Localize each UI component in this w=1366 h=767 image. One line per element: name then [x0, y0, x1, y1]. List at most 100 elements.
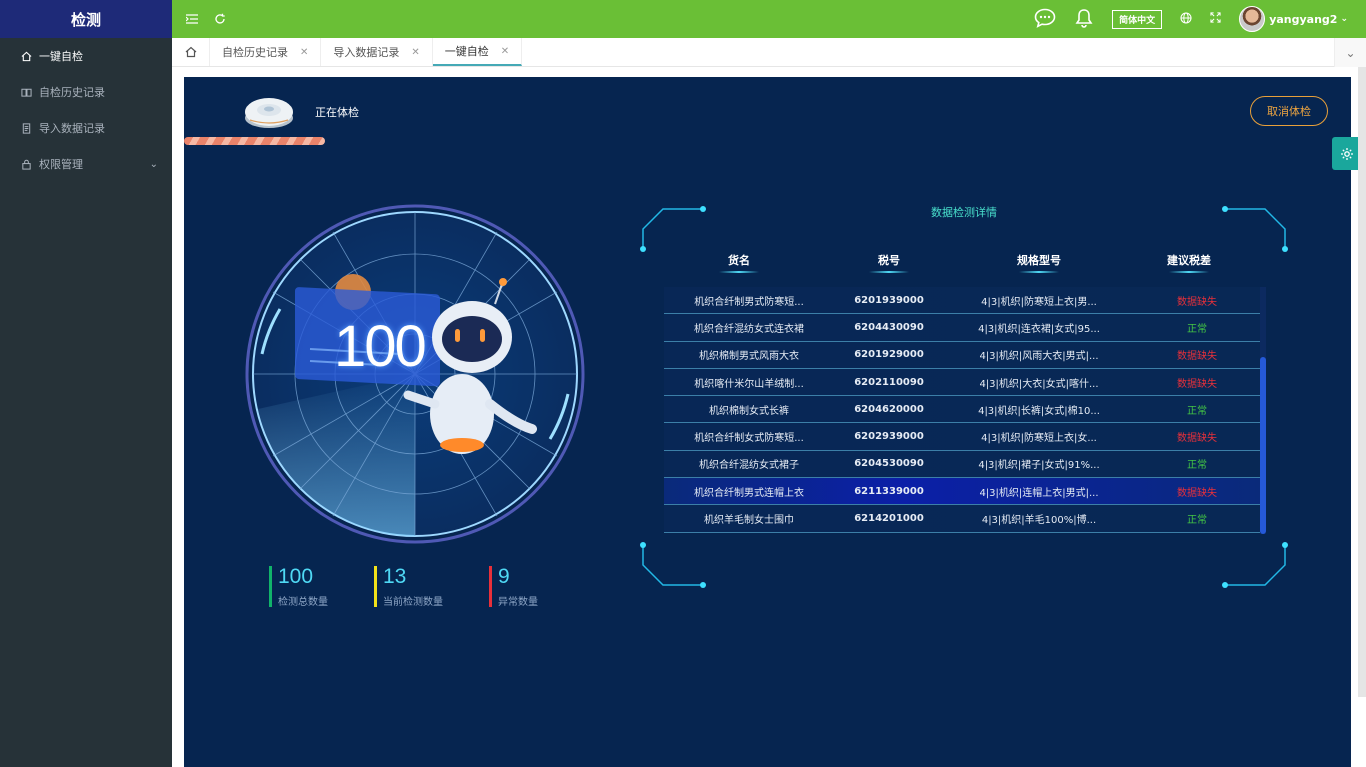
user-menu[interactable]: yangyang2 ⌄	[1239, 6, 1348, 32]
column-header: 建议税差	[1114, 252, 1264, 273]
check-status: 正在体检	[315, 106, 359, 119]
lock-icon	[19, 157, 33, 171]
language-switch-button[interactable]: 简体中文	[1112, 9, 1163, 29]
sidebar-item-label: 权限管理	[39, 158, 83, 171]
cell-status: 数据缺失	[1177, 351, 1217, 363]
cell-status: 数据缺失	[1177, 378, 1217, 390]
chat-icon[interactable]	[1034, 8, 1056, 31]
check-dashboard: 正在体检 取消体检 100 100 检测总数量 13 当前检测数量 9 异常数量…	[184, 77, 1351, 767]
table-row[interactable]: 机织合纤制女式防寒短... 6202939000 4|3|机织|防寒短上衣|女...…	[664, 423, 1260, 451]
chevron-down-icon: ⌄	[149, 158, 158, 170]
table-row[interactable]: 机织羊毛制女士围巾 6214201000 4|3|机织|羊毛100%|博... 正常	[664, 505, 1260, 533]
chevron-down-icon[interactable]: ⌄	[1334, 38, 1366, 67]
cell-name: 机织合纤混纺女式裙子	[699, 460, 799, 472]
cell-code: 6214201000	[854, 513, 924, 525]
cell-code: 6204620000	[854, 403, 924, 415]
table-row[interactable]: 机织合纤制男式防寒短... 6201939000 4|3|机织|防寒短上衣|男...…	[664, 287, 1260, 315]
close-icon[interactable]: ✕	[411, 47, 419, 58]
page-scrollbar[interactable]	[1358, 67, 1366, 697]
stat-label: 当前检测数量	[383, 597, 443, 608]
stat-value: 13	[383, 565, 407, 588]
cell-code: 6202110090	[854, 376, 924, 388]
table-row[interactable]: 机织棉制女式长裤 6204620000 4|3|机织|长裤|女式|棉10... 正常	[664, 396, 1260, 424]
stat-total: 100 检测总数量	[269, 566, 328, 608]
stat-current: 13 当前检测数量	[374, 565, 443, 608]
cancel-check-button[interactable]: 取消体检	[1250, 96, 1328, 126]
cell-code: 6202939000	[854, 431, 924, 443]
stat-label: 异常数量	[498, 597, 538, 608]
cell-name: 机织合纤制男式防寒短...	[694, 296, 804, 308]
document-icon	[19, 121, 33, 135]
table-row[interactable]: 机织合纤制男式连帽上衣 6211339000 4|3|机织|连帽上衣|男式|... 数…	[664, 478, 1260, 506]
cell-status: 数据缺失	[1177, 487, 1217, 499]
table-scrollbar-thumb[interactable]	[1260, 357, 1266, 534]
column-header-label: 规格型号	[1017, 254, 1061, 267]
cell-spec: 4|3|机织|防寒短上衣|女...	[981, 433, 1097, 445]
cell-spec: 4|3|机织|裙子|女式|91%...	[978, 460, 1100, 472]
column-header-label: 货名	[728, 254, 750, 267]
cell-spec: 4|3|机织|防寒短上衣|男...	[981, 296, 1097, 308]
device-icon	[245, 98, 293, 128]
cell-spec: 4|3|机织|连衣裙|女式|95...	[978, 323, 1100, 335]
cell-name: 机织棉制女式长裤	[709, 405, 789, 417]
cell-name: 机织合纤制男式连帽上衣	[694, 487, 804, 499]
close-icon[interactable]: ✕	[501, 46, 509, 57]
tab-label: 导入数据记录	[333, 46, 400, 59]
table-row[interactable]: 机织喀什米尔山羊绒制... 6202110090 4|3|机织|大衣|女式|喀什..…	[664, 368, 1260, 397]
tab-history[interactable]: 自检历史记录 ✕	[210, 38, 322, 66]
stat-value: 9	[498, 565, 510, 588]
column-header-label: 建议税差	[1167, 254, 1211, 267]
cell-spec: 4|3|机织|羊毛100%|博...	[981, 515, 1097, 527]
cell-name: 机织喀什米尔山羊绒制...	[694, 378, 804, 390]
tab-label: 一键自检	[444, 45, 489, 58]
cell-spec: 4|3|机织|长裤|女式|棉10...	[978, 405, 1100, 417]
column-header: 规格型号	[964, 252, 1114, 273]
sidebar-item-import[interactable]: 导入数据记录	[0, 110, 172, 146]
stat-bar	[374, 566, 377, 607]
home-icon	[19, 49, 33, 63]
cell-status: 正常	[1187, 515, 1207, 527]
table-row[interactable]: 机织合纤混纺女式裙子 6204530090 4|3|机织|裙子|女式|91%... 正…	[664, 450, 1260, 479]
tab-bar: 自检历史记录 ✕ 导入数据记录 ✕ 一键自检 ✕ ⌄	[172, 38, 1366, 67]
fullscreen-icon[interactable]	[1210, 12, 1221, 26]
cell-spec: 4|3|机织|大衣|女式|喀什...	[979, 378, 1099, 390]
cell-status: 数据缺失	[1177, 296, 1217, 308]
cell-status: 正常	[1187, 405, 1207, 417]
home-tab-icon[interactable]	[172, 38, 210, 66]
app-title: 检测	[0, 0, 172, 38]
tab-label: 自检历史记录	[222, 46, 288, 59]
cell-name: 机织羊毛制女士围巾	[704, 515, 794, 527]
table-row[interactable]: 机织合纤混纺女式连衣裙 6204430090 4|3|机织|连衣裙|女式|95...…	[664, 314, 1260, 342]
avatar	[1239, 6, 1266, 32]
cell-code: 6204530090	[854, 458, 924, 470]
column-header: 货名	[664, 252, 814, 273]
stat-label: 检测总数量	[278, 597, 328, 608]
cell-name: 机织合纤制女式防寒短...	[694, 433, 804, 445]
bell-icon[interactable]	[1074, 8, 1094, 31]
stat-abnormal: 9 异常数量	[489, 565, 538, 608]
detail-title: 数据检测详情	[931, 206, 997, 219]
top-header: 简体中文 yangyang2 ⌄	[172, 0, 1366, 38]
detail-table-header: 货名 税号 规格型号 建议税差	[664, 252, 1260, 273]
sidebar-item-label: 导入数据记录	[39, 122, 105, 135]
sidebar-item-one-click-check[interactable]: 一键自检	[0, 38, 172, 74]
menu-toggle-icon[interactable]	[184, 11, 200, 27]
column-header: 税号	[814, 252, 964, 273]
book-icon	[19, 85, 33, 99]
check-stats: 100 检测总数量 13 当前检测数量 9 异常数量	[269, 565, 584, 608]
table-row[interactable]: 机织棉制男式风雨大衣 6201929000 4|3|机织|风雨大衣|男式|... 数据…	[664, 341, 1260, 369]
header-underline	[719, 271, 759, 273]
globe-icon[interactable]	[1180, 11, 1192, 27]
close-icon[interactable]: ✕	[300, 47, 308, 58]
cell-code: 6211339000	[854, 485, 924, 497]
cell-status: 数据缺失	[1177, 433, 1217, 445]
tab-one-click-check[interactable]: 一键自检 ✕	[432, 38, 523, 66]
tab-import[interactable]: 导入数据记录 ✕	[321, 38, 433, 66]
detail-table-body[interactable]: 机织合纤制男式防寒短... 6201939000 4|3|机织|防寒短上衣|男...…	[664, 287, 1260, 533]
username: yangyang2	[1269, 12, 1338, 26]
cell-name: 机织合纤混纺女式连衣裙	[694, 323, 804, 335]
sidebar-item-history[interactable]: 自检历史记录	[0, 74, 172, 110]
refresh-icon[interactable]	[212, 11, 228, 27]
sidebar-item-permissions[interactable]: 权限管理 ⌄	[0, 146, 172, 182]
header-underline	[869, 271, 909, 273]
